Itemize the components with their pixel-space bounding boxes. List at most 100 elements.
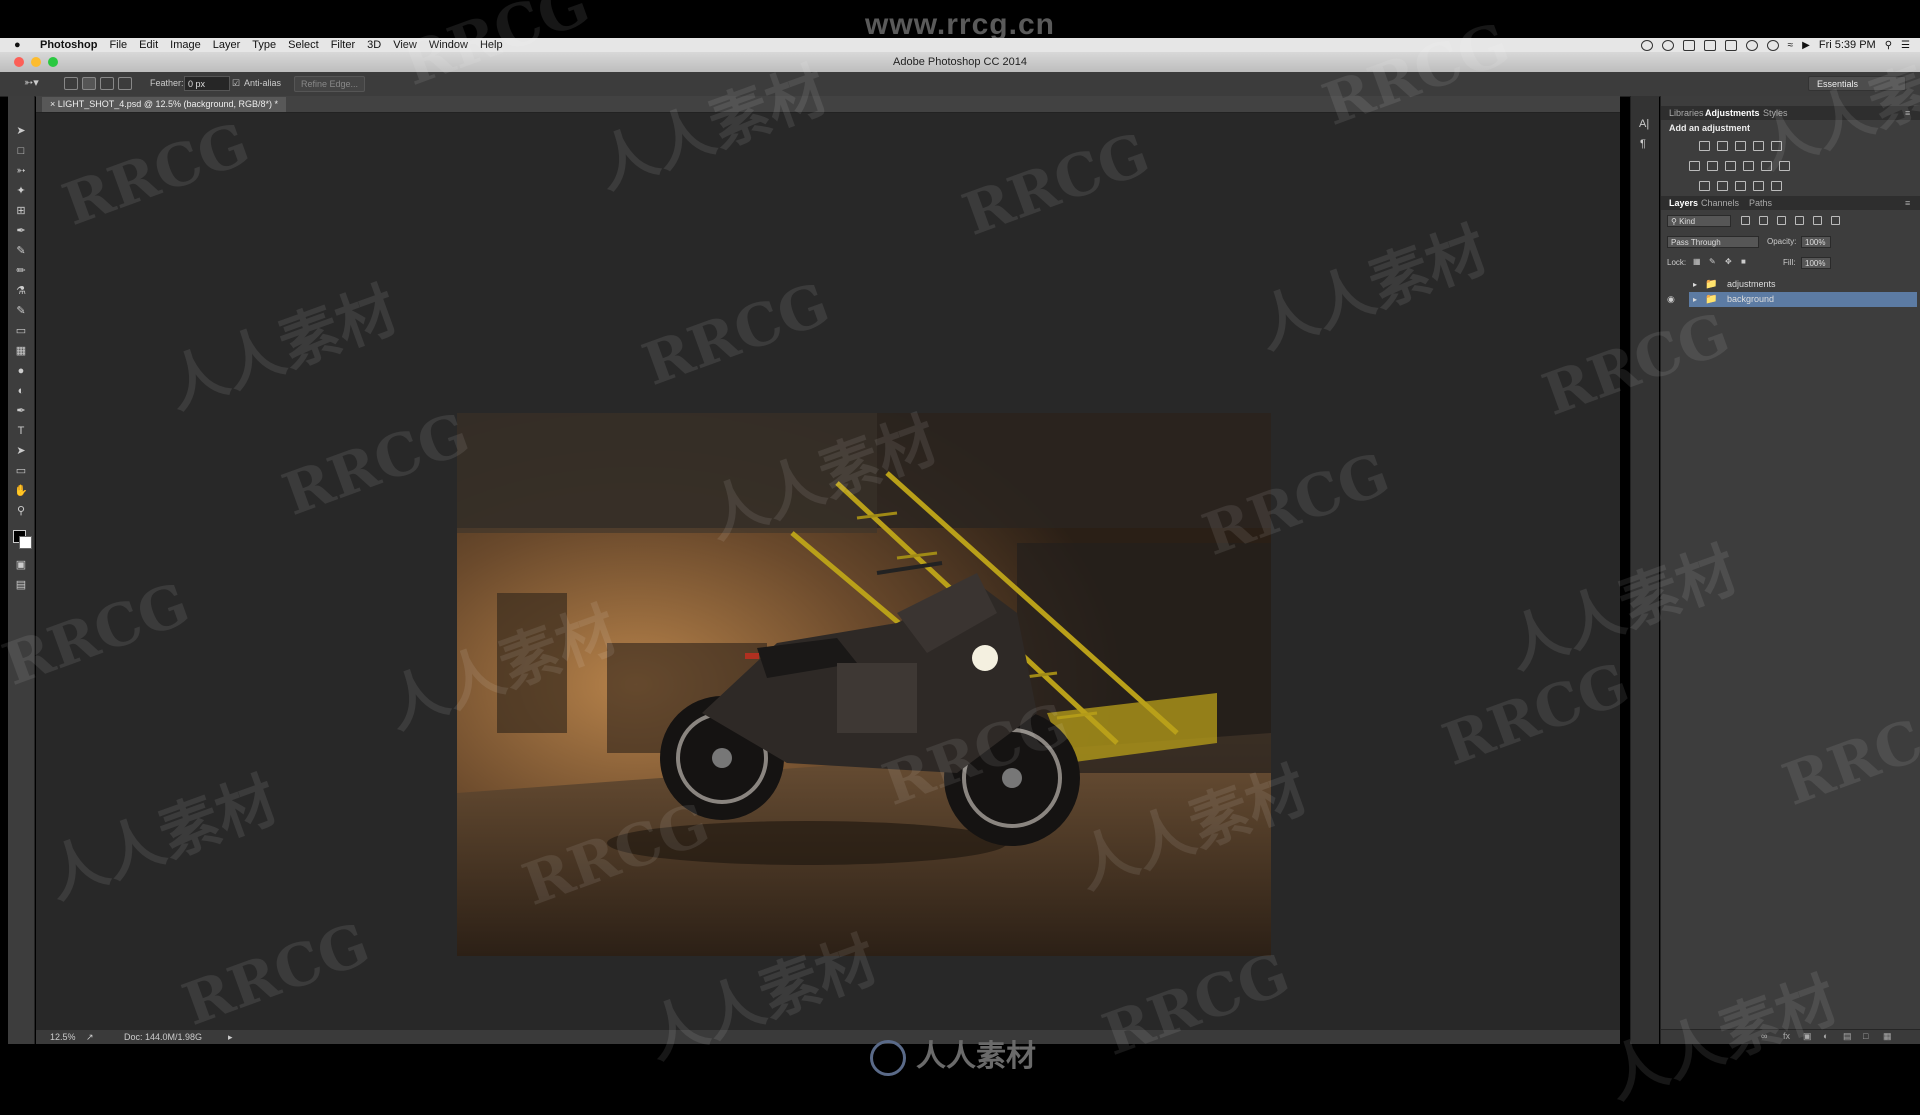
brush-tool-icon[interactable]: ✏ <box>14 264 28 278</box>
cloud-status-icon[interactable] <box>1703 39 1716 51</box>
minimize-window-button[interactable] <box>31 57 41 67</box>
lasso-tool-icon[interactable]: ➳ <box>14 164 28 178</box>
marquee-tool-icon[interactable]: □ <box>14 144 28 158</box>
feather-input[interactable] <box>184 76 230 91</box>
type-tool-icon[interactable]: T <box>14 424 28 438</box>
canvas-area[interactable] <box>36 113 1620 1030</box>
curves-icon[interactable] <box>1735 141 1746 151</box>
menu-view[interactable]: View <box>393 39 417 51</box>
tab-layers[interactable]: Layers <box>1669 198 1698 208</box>
healing-brush-icon[interactable]: ✎ <box>14 244 28 258</box>
apple-menu-icon[interactable]: ● <box>14 39 30 51</box>
menu-layer[interactable]: Layer <box>213 39 241 51</box>
screen-mode-icon[interactable]: ▤ <box>14 578 28 592</box>
new-selection-icon[interactable] <box>64 77 78 90</box>
display-status-icon[interactable] <box>1724 39 1737 51</box>
shape-tool-icon[interactable]: ▭ <box>14 464 28 478</box>
history-brush-icon[interactable]: ✎ <box>14 304 28 318</box>
layer-name[interactable]: background <box>1727 292 1774 307</box>
tab-adjustments[interactable]: Adjustments <box>1705 108 1760 118</box>
refine-edge-button[interactable]: Refine Edge... <box>294 76 366 92</box>
close-tab-icon[interactable]: × <box>50 99 55 109</box>
fill-input[interactable]: 100% <box>1801 257 1831 269</box>
eraser-tool-icon[interactable]: ▭ <box>14 324 28 338</box>
visibility-toggle-empty[interactable] <box>1667 277 1679 292</box>
filter-toggle-icon[interactable] <box>1831 216 1840 225</box>
character-panel-icon[interactable]: A| <box>1639 118 1649 130</box>
fx-icon[interactable]: fx <box>1783 1031 1790 1041</box>
color-lookup-icon[interactable] <box>1779 161 1790 171</box>
crop-tool-icon[interactable]: ⊞ <box>14 204 28 218</box>
menu-type[interactable]: Type <box>252 39 276 51</box>
layer-filter-kind[interactable]: ⚲ Kind <box>1667 215 1731 227</box>
subtract-selection-icon[interactable] <box>100 77 114 90</box>
menu-3d[interactable]: 3D <box>367 39 381 51</box>
zoom-level[interactable]: 12.5% <box>50 1032 76 1042</box>
hue-saturation-icon[interactable] <box>1689 161 1700 171</box>
add-to-selection-icon[interactable] <box>82 77 96 90</box>
tab-libraries[interactable]: Libraries <box>1669 108 1704 118</box>
filter-pixel-icon[interactable] <box>1741 216 1750 225</box>
lock-position-icon[interactable]: ✥ <box>1725 257 1732 266</box>
menu-window[interactable]: Window <box>429 39 468 51</box>
layers-panel-menu-icon[interactable]: ≡ <box>1905 198 1910 208</box>
record-status-icon[interactable] <box>1640 39 1653 51</box>
lock-transparent-icon[interactable]: ▦ <box>1693 257 1701 266</box>
menubar-clock[interactable]: Fri 5:39 PM <box>1819 39 1876 51</box>
link-layers-icon[interactable]: ∞ <box>1761 1031 1767 1041</box>
menu-app-photoshop[interactable]: Photoshop <box>40 39 97 51</box>
gradient-tool-icon[interactable]: ▦ <box>14 344 28 358</box>
hand-tool-icon[interactable]: ✋ <box>14 484 28 498</box>
posterize-icon[interactable] <box>1717 181 1728 191</box>
threshold-icon[interactable] <box>1735 181 1746 191</box>
menu-edit[interactable]: Edit <box>139 39 158 51</box>
invert-icon[interactable] <box>1699 181 1710 191</box>
opacity-input[interactable]: 100% <box>1801 236 1831 248</box>
filter-type-icon[interactable] <box>1777 216 1786 225</box>
levels-icon[interactable] <box>1717 141 1728 151</box>
visibility-eye-icon[interactable]: ◉ <box>1667 292 1675 307</box>
time-machine-icon[interactable] <box>1745 39 1758 51</box>
move-tool-icon[interactable]: ➤ <box>14 124 28 138</box>
tab-channels[interactable]: Channels <box>1701 198 1739 208</box>
zoom-window-button[interactable] <box>48 57 58 67</box>
sync-status-icon[interactable] <box>1661 39 1674 51</box>
vibrance-icon[interactable] <box>1771 141 1782 151</box>
panel-menu-icon[interactable]: ≡ <box>1905 108 1910 118</box>
layer-row-background[interactable]: ◉ ▸ 📁 background <box>1667 292 1917 307</box>
black-white-icon[interactable] <box>1725 161 1736 171</box>
new-layer-icon[interactable]: □ <box>1863 1031 1868 1041</box>
spotlight-search-icon[interactable]: ⚲ <box>1885 40 1892 51</box>
intersect-selection-icon[interactable] <box>118 77 132 90</box>
wifi-icon[interactable]: ≈ <box>1788 40 1794 51</box>
add-mask-icon[interactable]: ▣ <box>1803 1031 1812 1042</box>
document-tab[interactable]: × LIGHT_SHOT_4.psd @ 12.5% (background, … <box>42 97 287 112</box>
workspace-switcher[interactable]: Essentials <box>1808 76 1906 91</box>
expand-arrow-icon[interactable]: ▸ <box>1693 277 1697 292</box>
color-balance-icon[interactable] <box>1707 161 1718 171</box>
lock-all-icon[interactable]: ■ <box>1741 257 1746 266</box>
new-group-icon[interactable]: ▤ <box>1843 1031 1852 1042</box>
tab-paths[interactable]: Paths <box>1749 198 1772 208</box>
notification-center-icon[interactable]: ☰ <box>1901 40 1910 51</box>
menu-file[interactable]: File <box>109 39 127 51</box>
layer-name[interactable]: adjustments <box>1727 277 1776 292</box>
channel-mixer-icon[interactable] <box>1761 161 1772 171</box>
background-color-swatch[interactable] <box>19 536 32 549</box>
gradient-map-icon[interactable] <box>1753 181 1764 191</box>
dropbox-status-icon[interactable] <box>1682 39 1695 51</box>
export-icon[interactable]: ↗ <box>86 1032 94 1043</box>
photo-filter-icon[interactable] <box>1743 161 1754 171</box>
antialias-checkbox[interactable]: ☑ <box>232 78 240 89</box>
filter-shape-icon[interactable] <box>1795 216 1804 225</box>
lasso-preset-icon[interactable]: ➳▾ <box>24 76 39 89</box>
dodge-tool-icon[interactable]: ◐ <box>14 384 28 398</box>
status-menu-arrow-icon[interactable]: ▸ <box>228 1032 233 1043</box>
paragraph-panel-icon[interactable]: ¶ <box>1640 138 1646 150</box>
bluetooth-icon[interactable] <box>1766 39 1779 51</box>
selective-color-icon[interactable] <box>1771 181 1782 191</box>
document-image-motorcycle[interactable] <box>457 413 1271 956</box>
filter-adjustment-icon[interactable] <box>1759 216 1768 225</box>
expand-arrow-icon[interactable]: ▸ <box>1693 292 1697 307</box>
quick-select-tool-icon[interactable]: ✦ <box>14 184 28 198</box>
